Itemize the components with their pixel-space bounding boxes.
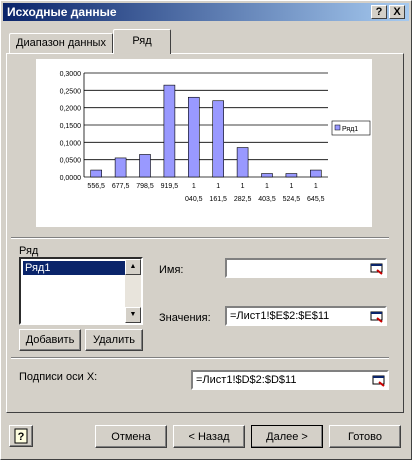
scroll-up-arrow-icon[interactable]: ▲: [125, 259, 141, 275]
series-label: Ряд: [19, 245, 39, 257]
x-tick-label: 556,5: [87, 183, 105, 190]
bar: [310, 169, 322, 178]
back-button[interactable]: < Назад: [173, 425, 245, 448]
x-tick-label: 403,5: [258, 196, 276, 203]
x-tick-label: 282,5: [234, 196, 252, 203]
x-tick-label: 524,5: [283, 196, 301, 203]
legend-swatch: [334, 124, 341, 131]
y-tick-label: 0,2500: [60, 88, 82, 95]
x-tick-label: 645,5: [307, 196, 325, 203]
tab-series[interactable]: Ряд: [113, 29, 171, 54]
close-button[interactable]: X: [389, 5, 405, 19]
divider-middle: [11, 357, 389, 359]
bar: [163, 84, 176, 178]
chart-preview: 0,0000 0,0500 0,1000 0,1500 0,2000 0,2500 0,30…: [36, 59, 372, 227]
next-button[interactable]: Далее >: [251, 425, 323, 448]
x-tick-label: 1: [216, 183, 220, 190]
x-tick-label: 1: [192, 183, 196, 190]
x-tick-label: 677,5: [112, 183, 130, 190]
range-select-icon[interactable]: [370, 309, 384, 323]
tab-series-label: Ряд: [132, 35, 152, 47]
legend-label: Ряд1: [342, 126, 358, 133]
tab-data-range-label: Диапазон данных: [16, 37, 106, 49]
x-tick-label: 798,5: [136, 183, 154, 190]
values-input-value: =Лист1!$E$2:$E$11: [230, 310, 330, 322]
bar: [236, 147, 249, 178]
x-tick-label: 161,5: [209, 196, 227, 203]
divider-top: [11, 237, 389, 239]
x-tick-label: 1: [241, 183, 245, 190]
cancel-button[interactable]: Отмена: [95, 425, 167, 448]
bar: [285, 173, 298, 178]
help-title-button[interactable]: ?: [371, 5, 387, 19]
window-title: Исходные данные: [7, 5, 117, 19]
x-tick-label: 1: [265, 183, 269, 190]
tab-data-range[interactable]: Диапазон данных: [9, 33, 113, 53]
bar: [114, 157, 127, 178]
dialog-window: Исходные данные ? X Диапазон данных Ряд …: [0, 0, 412, 460]
y-tick-label: 0,1500: [60, 123, 82, 130]
finish-button[interactable]: Готово: [329, 425, 401, 448]
range-select-icon[interactable]: [370, 261, 384, 275]
x-labels-input[interactable]: =Лист1!$D$2:$D$11: [191, 370, 389, 390]
x-labels-input-value: =Лист1!$D$2:$D$11: [196, 374, 297, 386]
scroll-down-arrow-icon[interactable]: ▼: [125, 307, 141, 323]
bar: [261, 173, 273, 178]
chart-svg: 0,0000 0,0500 0,1000 0,1500 0,2000 0,2500 0,30…: [60, 71, 371, 203]
values-input[interactable]: =Лист1!$E$2:$E$11: [225, 306, 387, 326]
name-input[interactable]: [225, 258, 387, 278]
bar: [90, 169, 102, 178]
x-tick-label: 1: [289, 183, 293, 190]
y-tick-label: 0,0500: [60, 158, 82, 165]
y-tick-label: 0,0000: [60, 175, 82, 182]
series-listbox[interactable]: Ряд1 ▲ ▼: [19, 257, 143, 325]
help-icon: ?: [14, 428, 28, 444]
svg-text:?: ?: [18, 431, 25, 443]
x-tick-label: 919,5: [161, 183, 179, 190]
y-tick-label: 0,1000: [60, 140, 82, 147]
help-button[interactable]: ?: [9, 425, 33, 447]
add-series-button[interactable]: Добавить: [19, 329, 81, 351]
title-bar: Исходные данные ? X: [3, 3, 409, 21]
listbox-scrollbar[interactable]: ▲ ▼: [125, 259, 141, 323]
bar: [188, 96, 200, 178]
name-label: Имя:: [159, 264, 184, 276]
series-list-item[interactable]: Ряд1: [23, 261, 125, 275]
x-tick-label: 1: [314, 183, 318, 190]
bar: [212, 100, 224, 178]
x-tick-label: 040,5: [185, 196, 203, 203]
bar: [139, 154, 151, 178]
y-tick-label: 0,2000: [60, 106, 82, 113]
remove-series-button[interactable]: Удалить: [85, 329, 143, 351]
x-labels-label: Подписи оси X:: [19, 371, 98, 383]
range-select-icon[interactable]: [372, 373, 386, 387]
y-tick-label: 0,3000: [60, 71, 82, 78]
values-label: Значения:: [159, 312, 211, 324]
